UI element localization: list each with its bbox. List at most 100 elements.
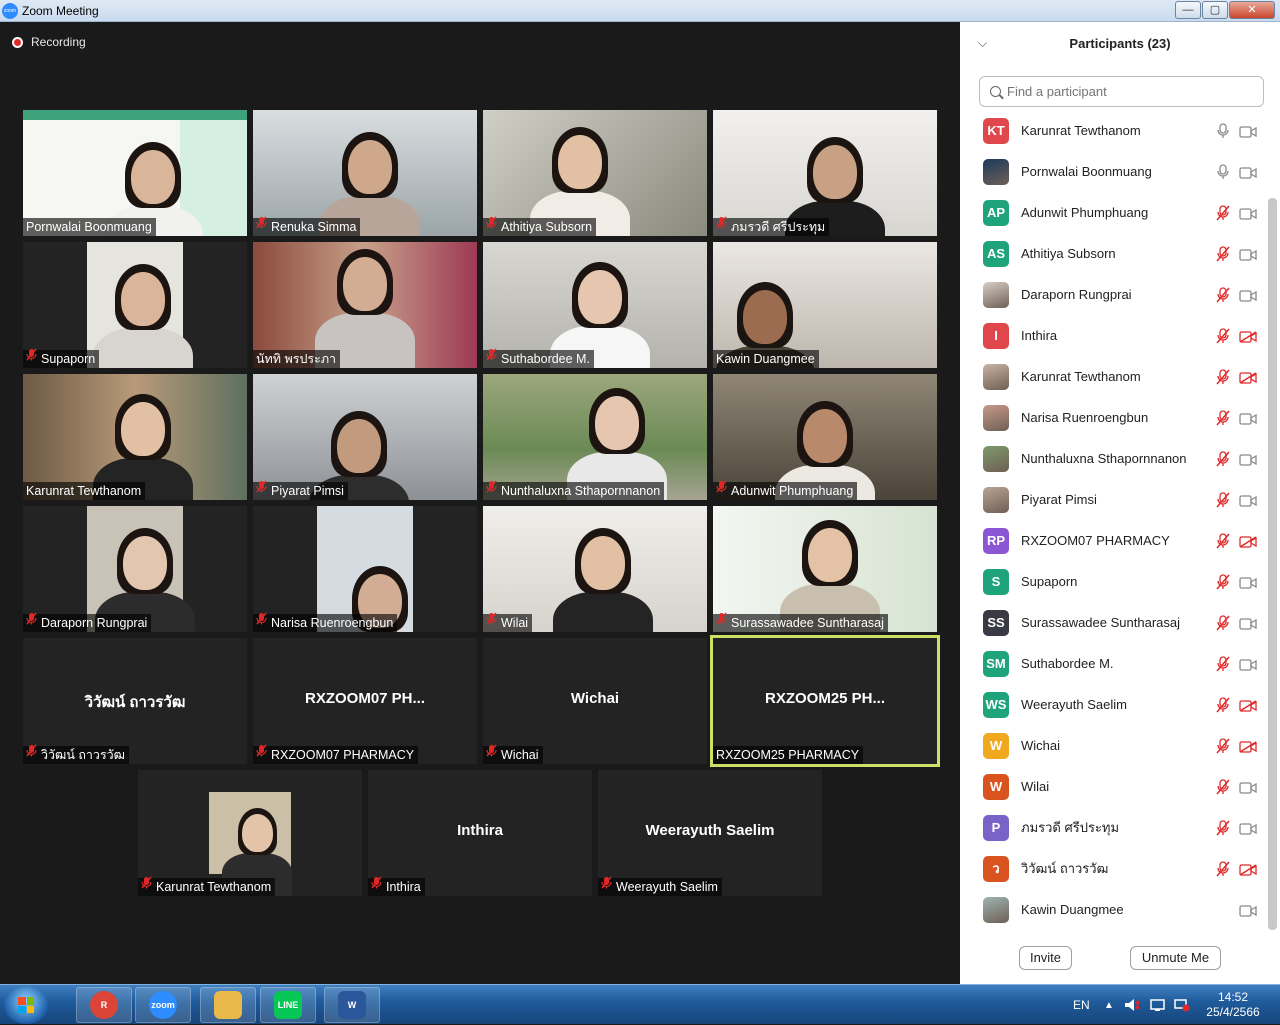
video-tile[interactable]: RXZOOM07 PH... RXZOOM07 PHARMACY: [253, 638, 477, 764]
video-off-icon[interactable]: [1239, 863, 1257, 876]
video-tile[interactable]: Weerayuth Saelim Weerayuth Saelim: [598, 770, 822, 896]
taskbar-clock[interactable]: 14:52 25/4/2566: [1198, 990, 1268, 1020]
video-tile[interactable]: Athitiya Subsorn: [483, 110, 707, 236]
participant-row[interactable]: AP Adunwit Phumphuang: [960, 192, 1265, 233]
close-button[interactable]: ✕: [1229, 1, 1275, 19]
participant-row[interactable]: AS Athitiya Subsorn: [960, 233, 1265, 274]
participant-row[interactable]: Karunrat Tewthanom: [960, 356, 1265, 397]
muted-microphone-icon[interactable]: [1216, 573, 1230, 590]
participant-row[interactable]: WS Weerayuth Saelim: [960, 684, 1265, 725]
muted-microphone-icon[interactable]: [1216, 245, 1230, 262]
minimize-button[interactable]: —: [1175, 1, 1201, 19]
taskbar-app-line[interactable]: LINE: [260, 987, 316, 1023]
participant-row[interactable]: W Wichai: [960, 725, 1265, 766]
video-camera-icon[interactable]: [1239, 904, 1257, 917]
unmute-me-button[interactable]: Unmute Me: [1130, 946, 1221, 970]
participant-row[interactable]: SM Suthabordee M.: [960, 643, 1265, 684]
participant-row[interactable]: I Inthira: [960, 315, 1265, 356]
language-indicator[interactable]: EN: [1073, 985, 1090, 1025]
participant-row[interactable]: S Supaporn: [960, 561, 1265, 602]
video-tile[interactable]: Pornwalai Boonmuang: [23, 110, 247, 236]
recording-indicator[interactable]: Recording: [12, 35, 86, 49]
start-button[interactable]: [4, 986, 48, 1024]
invite-button[interactable]: Invite: [1019, 946, 1072, 970]
taskbar-app-file-explorer[interactable]: [200, 987, 256, 1023]
video-off-icon[interactable]: [1239, 740, 1257, 753]
muted-microphone-icon[interactable]: [1216, 696, 1230, 713]
video-tile[interactable]: วิวัฒน์ ถาวรวัฒ วิวัฒน์ ถาวรวัฒ: [23, 638, 247, 764]
taskbar-app-word[interactable]: W: [324, 987, 380, 1023]
video-tile[interactable]: Adunwit Phumphuang: [713, 374, 937, 500]
muted-microphone-icon[interactable]: [1216, 491, 1230, 508]
muted-microphone-icon[interactable]: [1216, 860, 1230, 877]
muted-microphone-icon[interactable]: [1216, 778, 1230, 795]
video-tile[interactable]: Nunthaluxna Sthapornnanon: [483, 374, 707, 500]
video-camera-icon[interactable]: [1239, 166, 1257, 179]
video-off-icon[interactable]: [1239, 330, 1257, 343]
video-tile[interactable]: Karunrat Tewthanom: [23, 374, 247, 500]
microphone-icon[interactable]: [1216, 122, 1230, 139]
participant-row[interactable]: ว วิวัฒน์ ถาวรวัฒ: [960, 848, 1265, 889]
muted-microphone-icon[interactable]: [1216, 286, 1230, 303]
video-tile[interactable]: Renuka Simma: [253, 110, 477, 236]
participant-row[interactable]: Pornwalai Boonmuang: [960, 151, 1265, 192]
muted-microphone-icon[interactable]: [1216, 655, 1230, 672]
participant-row[interactable]: SS Surassawadee Suntharasaj: [960, 602, 1265, 643]
participant-row[interactable]: Daraporn Rungprai: [960, 274, 1265, 315]
participant-row[interactable]: RP RXZOOM07 PHARMACY: [960, 520, 1265, 561]
video-camera-icon[interactable]: [1239, 494, 1257, 507]
video-tile[interactable]: Inthira Inthira: [368, 770, 592, 896]
taskbar-app-chrome[interactable]: R: [76, 987, 132, 1023]
video-tile[interactable]: Daraporn Rungprai: [23, 506, 247, 632]
muted-microphone-icon[interactable]: [1216, 327, 1230, 344]
participant-row[interactable]: P ภมรวดี ศรีประทุม: [960, 807, 1265, 848]
video-off-icon[interactable]: [1239, 371, 1257, 384]
participant-row[interactable]: Kawin Duangmee: [960, 889, 1265, 930]
participant-row[interactable]: Narisa Ruenroengbun: [960, 397, 1265, 438]
action-center-icon[interactable]: [1150, 985, 1166, 1025]
maximize-button[interactable]: ▢: [1202, 1, 1228, 19]
muted-microphone-icon[interactable]: [1216, 204, 1230, 221]
muted-microphone-icon[interactable]: [1216, 614, 1230, 631]
video-off-icon[interactable]: [1239, 535, 1257, 548]
video-camera-icon[interactable]: [1239, 412, 1257, 425]
microphone-icon[interactable]: [1216, 163, 1230, 180]
muted-microphone-icon[interactable]: [1216, 819, 1230, 836]
video-camera-icon[interactable]: [1239, 781, 1257, 794]
video-tile[interactable]: Suthabordee M.: [483, 242, 707, 368]
taskbar-app-zoom[interactable]: zoom: [135, 987, 191, 1023]
video-camera-icon[interactable]: [1239, 658, 1257, 671]
muted-microphone-icon[interactable]: [1216, 409, 1230, 426]
muted-microphone-icon[interactable]: [1216, 368, 1230, 385]
video-camera-icon[interactable]: [1239, 576, 1257, 589]
video-tile[interactable]: นัททิ พรประภา: [253, 242, 477, 368]
video-tile[interactable]: Karunrat Tewthanom: [138, 770, 362, 896]
video-tile[interactable]: Piyarat Pimsi: [253, 374, 477, 500]
participant-row[interactable]: KT Karunrat Tewthanom: [960, 110, 1265, 151]
volume-icon[interactable]: [1124, 985, 1140, 1025]
muted-microphone-icon[interactable]: [1216, 532, 1230, 549]
video-camera-icon[interactable]: [1239, 207, 1257, 220]
participant-row[interactable]: Nunthaluxna Sthapornnanon: [960, 438, 1265, 479]
video-camera-icon[interactable]: [1239, 822, 1257, 835]
network-icon[interactable]: [1174, 985, 1190, 1025]
participant-row[interactable]: Piyarat Pimsi: [960, 479, 1265, 520]
participant-row[interactable]: W Wilai: [960, 766, 1265, 807]
video-tile[interactable]: ภมรวดี ศรีประทุม: [713, 110, 937, 236]
video-tile[interactable]: RXZOOM25 PH... RXZOOM25 PHARMACY: [710, 635, 940, 767]
video-camera-icon[interactable]: [1239, 453, 1257, 466]
participant-list-scrollbar[interactable]: [1268, 198, 1277, 930]
participant-search-input[interactable]: [1007, 84, 1247, 99]
video-camera-icon[interactable]: [1239, 125, 1257, 138]
participant-search[interactable]: [979, 76, 1264, 107]
video-tile[interactable]: Surassawadee Suntharasaj: [713, 506, 937, 632]
video-tile[interactable]: Wilai: [483, 506, 707, 632]
video-tile[interactable]: Supaporn: [23, 242, 247, 368]
video-tile[interactable]: Kawin Duangmee: [713, 242, 937, 368]
video-camera-icon[interactable]: [1239, 248, 1257, 261]
muted-microphone-icon[interactable]: [1216, 737, 1230, 754]
video-off-icon[interactable]: [1239, 699, 1257, 712]
video-tile[interactable]: Wichai Wichai: [483, 638, 707, 764]
show-hidden-icons-icon[interactable]: ▲: [1104, 985, 1114, 1025]
muted-microphone-icon[interactable]: [1216, 450, 1230, 467]
